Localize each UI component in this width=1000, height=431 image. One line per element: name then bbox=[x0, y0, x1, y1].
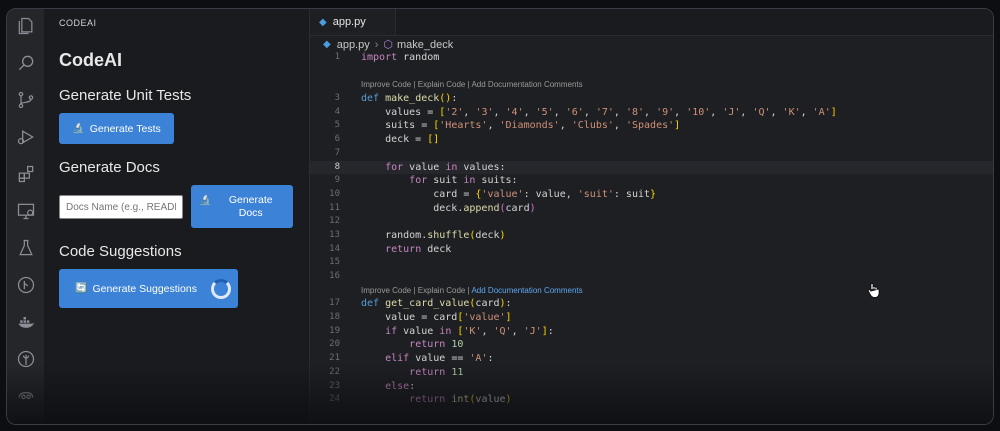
docs-name-input[interactable] bbox=[59, 195, 183, 219]
search-icon[interactable] bbox=[7, 46, 44, 80]
code-line: 9 for suit in suits: bbox=[334, 175, 518, 187]
panel-heading: CodeAI bbox=[59, 50, 122, 70]
extensions-icon[interactable] bbox=[7, 157, 44, 191]
tab-bar: ◆ app.py bbox=[310, 9, 993, 36]
code-line: 19 if value in ['K', 'Q', 'J']: bbox=[329, 325, 554, 337]
activity-bar bbox=[7, 9, 44, 424]
tab-label: app.py bbox=[332, 16, 366, 28]
explain-code-link[interactable]: Explain Code bbox=[418, 80, 466, 89]
loading-spinner bbox=[210, 278, 231, 299]
tab-app-py[interactable]: ◆ app.py bbox=[310, 9, 396, 35]
refresh-icon: 🔄 bbox=[75, 283, 88, 294]
generate-tests-button[interactable]: 🔬 Generate Tests bbox=[59, 113, 174, 144]
code-line: 12 bbox=[329, 216, 340, 227]
breadcrumb-symbol[interactable]: make_deck bbox=[397, 39, 453, 51]
code-line: 11 deck.append(card) bbox=[329, 202, 536, 214]
code-line: 20 return 10 bbox=[329, 339, 464, 351]
editor-area: ◆ app.py ◆ app.py › ⬡ make_deck 1 import … bbox=[310, 9, 993, 424]
docs-heading: Generate Docs bbox=[59, 159, 160, 176]
explorer-icon[interactable] bbox=[7, 9, 44, 43]
mouse-pointer-icon bbox=[868, 283, 880, 298]
current-line: 8 for value in values: bbox=[310, 160, 993, 175]
breadcrumb: ◆ app.py › ⬡ make_deck bbox=[323, 38, 453, 52]
codeai-side-panel: CODEAI CodeAI Generate Unit Tests 🔬 Gene… bbox=[44, 9, 310, 424]
code-line: 14 return deck bbox=[329, 243, 452, 255]
code-editor[interactable]: 1 import random Improve Code | Explain Co… bbox=[310, 51, 993, 407]
code-line: 3 def make_deck(): bbox=[334, 93, 458, 105]
code-line: 16 bbox=[329, 271, 340, 281]
microscope-icon: 🔬 bbox=[72, 123, 85, 134]
code-line: 1 import random bbox=[334, 52, 440, 63]
explain-code-link[interactable]: Explain Code bbox=[418, 286, 466, 295]
generate-docs-button[interactable]: 🔬 Generate Docs bbox=[191, 185, 293, 228]
code-line: 10 card = {'value': value, 'suit': suit} bbox=[329, 188, 657, 200]
generate-tests-label: Generate Tests bbox=[89, 122, 161, 135]
python-file-icon: ◆ bbox=[323, 39, 331, 50]
code-line: 15 bbox=[329, 257, 340, 268]
code-line: 4 values = ['2', '3', '4', '5', '6', '7'… bbox=[334, 106, 837, 118]
chevron-right-icon: › bbox=[374, 38, 379, 51]
code-line: 7 bbox=[334, 147, 340, 158]
tree-icon[interactable] bbox=[7, 342, 44, 376]
generate-suggestions-button[interactable]: 🔄 Generate Suggestions bbox=[59, 269, 238, 308]
run-debug-icon[interactable] bbox=[7, 120, 44, 154]
source-control-icon[interactable] bbox=[7, 83, 44, 117]
generate-suggestions-label: Generate Suggestions bbox=[92, 282, 197, 295]
unit-tests-heading: Generate Unit Tests bbox=[59, 87, 192, 104]
codelens: Improve Code | Explain Code | Add Docume… bbox=[361, 80, 583, 90]
remote-explorer-icon[interactable] bbox=[7, 194, 44, 228]
copilot-icon[interactable] bbox=[7, 379, 44, 413]
vscode-window: CODEAI CodeAI Generate Unit Tests 🔬 Gene… bbox=[6, 8, 994, 425]
suggestions-heading: Code Suggestions bbox=[59, 243, 182, 260]
codelens: Improve Code | Explain Code | Add Docume… bbox=[361, 285, 583, 295]
code-line: 23 else: bbox=[329, 380, 416, 392]
add-doc-comments-link[interactable]: Add Documentation Comments bbox=[471, 80, 582, 89]
panel-title: CODEAI bbox=[59, 18, 97, 28]
testing-icon[interactable] bbox=[7, 231, 44, 265]
code-line: 18 value = card['value'] bbox=[329, 312, 512, 324]
code-line: 22 return 11 bbox=[329, 366, 464, 378]
improve-code-link[interactable]: Improve Code bbox=[361, 80, 411, 89]
microscope-icon: 🔬 bbox=[199, 195, 212, 206]
git-graph-icon[interactable] bbox=[7, 268, 44, 302]
improve-code-link[interactable]: Improve Code bbox=[361, 286, 411, 295]
method-icon: ⬡ bbox=[383, 39, 394, 51]
docker-icon[interactable] bbox=[7, 305, 44, 339]
code-line: 13 random.shuffle(deck) bbox=[329, 229, 506, 241]
code-line: 5 suits = ['Hearts', 'Diamonds', 'Clubs'… bbox=[334, 120, 681, 132]
breadcrumb-file[interactable]: app.py bbox=[337, 39, 370, 51]
code-line: 6 deck = [] bbox=[334, 134, 440, 146]
code-line: 17 def get_card_value(card): bbox=[329, 298, 512, 310]
add-doc-comments-link[interactable]: Add Documentation Comments bbox=[471, 286, 582, 295]
code-line: 21 elif value == 'A': bbox=[329, 353, 494, 365]
generate-docs-label: Generate Docs bbox=[228, 193, 273, 219]
code-line: 24 return int(value) bbox=[329, 394, 512, 406]
python-file-icon: ◆ bbox=[319, 16, 327, 28]
